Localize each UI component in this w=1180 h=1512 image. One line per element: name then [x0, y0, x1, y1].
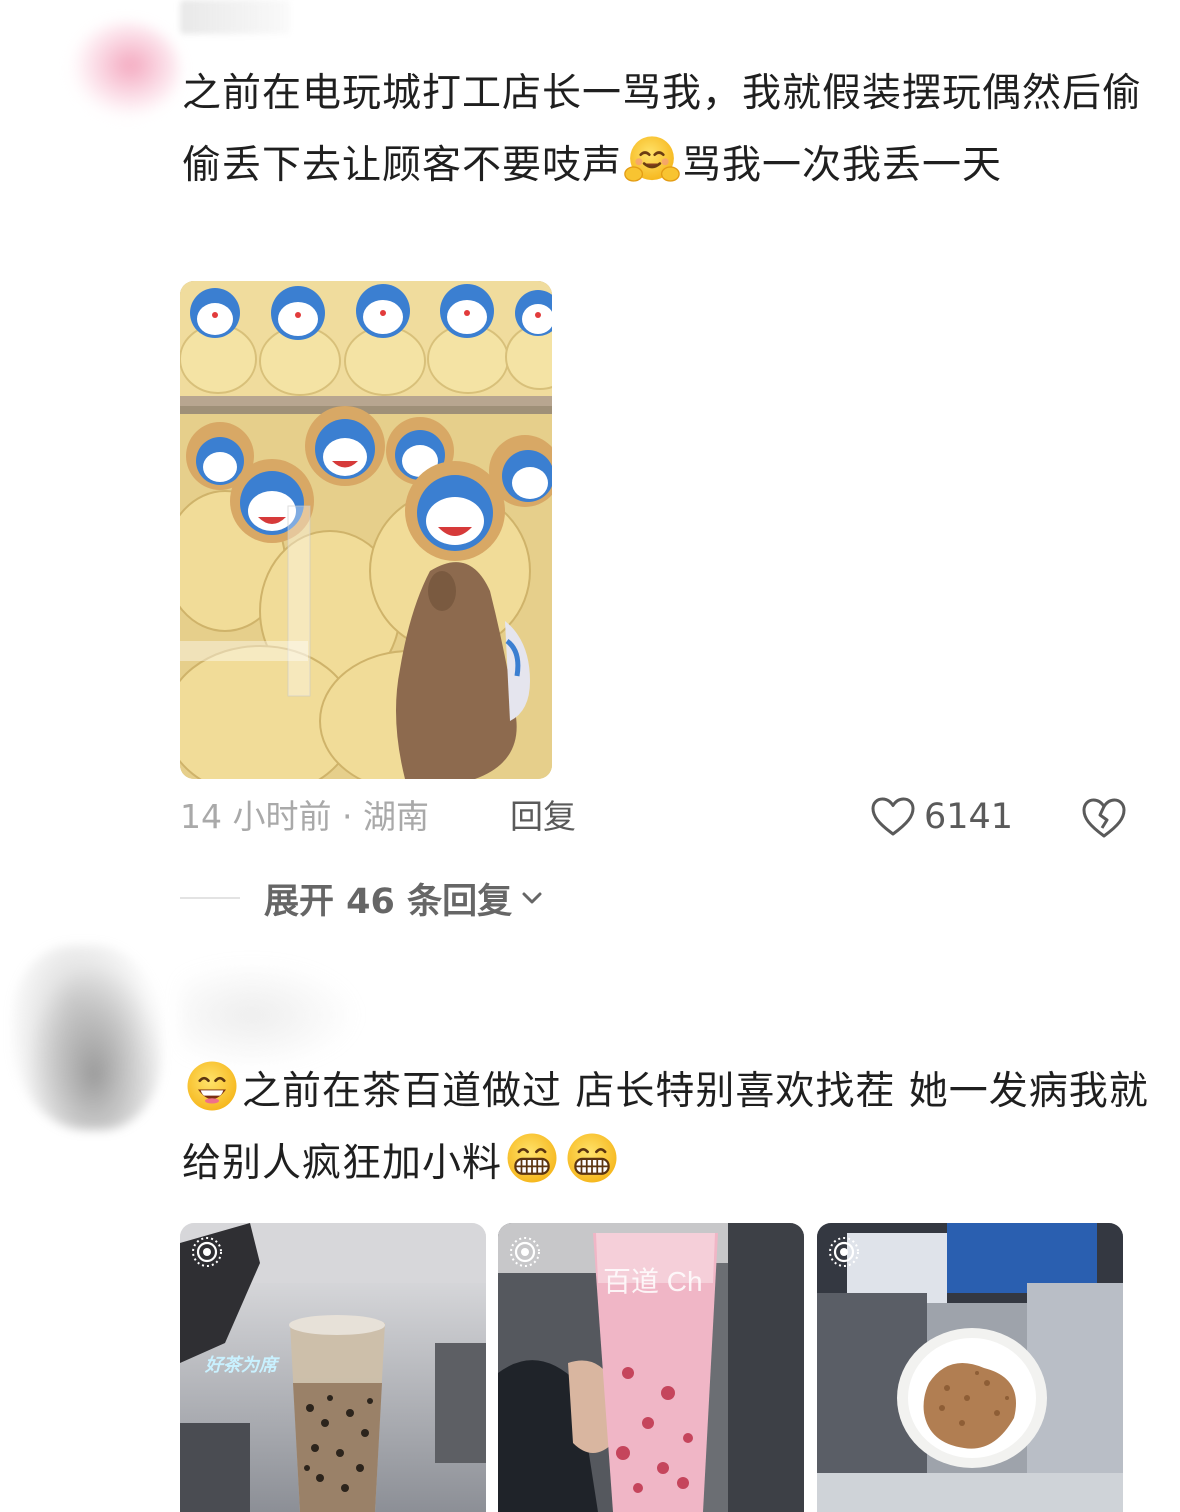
avatar[interactable]	[70, 22, 180, 118]
live-photo-icon	[192, 1237, 222, 1267]
like-count: 6141	[924, 797, 1014, 837]
beaming-face-emoji	[567, 1133, 617, 1183]
beaming-face-emoji	[507, 1133, 557, 1183]
cocoa-powder-bowl-photo[interactable]	[817, 1223, 1123, 1512]
expand-replies[interactable]: 展开 46 条回复	[180, 873, 780, 923]
live-photo-icon	[829, 1237, 859, 1267]
live-photo-icon	[510, 1237, 540, 1267]
comment-meta-row: 14 小时前 · 湖南 回复 6141	[180, 792, 1140, 842]
chevron-down-icon[interactable]	[520, 889, 544, 907]
divider-line	[180, 897, 240, 899]
heart-icon	[871, 797, 915, 836]
comment-text-part1: 之前在茶百道做过 店长特别喜欢找茬 她一发病我就给别人疯狂加小料	[182, 1069, 1149, 1186]
username-redacted[interactable]	[180, 0, 290, 34]
username-redacted[interactable]	[180, 960, 360, 1070]
overlay-text: 好茶为席	[204, 1355, 280, 1375]
broken-heart-icon[interactable]	[1080, 795, 1128, 841]
hugging-face-emoji	[624, 136, 680, 182]
pink-drink-cup-photo[interactable]: 百道 Ch	[498, 1223, 804, 1512]
avatar[interactable]	[12, 945, 162, 1130]
comment-text: 之前在茶百道做过 店长特别喜欢找茬 她一发病我就给别人疯狂加小料	[182, 1056, 1152, 1200]
like-button[interactable]: 6141	[870, 792, 1013, 842]
reply-button[interactable]: 回复	[510, 792, 576, 842]
grinning-face-emoji	[187, 1061, 237, 1111]
comment-text-part2: 骂我一次我丢一天	[682, 143, 1003, 188]
expand-replies-label[interactable]: 展开 46 条回复	[264, 873, 512, 924]
claw-machine-doraemon-plush-photo[interactable]	[180, 281, 552, 779]
time-location: 14 小时前 · 湖南	[180, 797, 429, 836]
milk-tea-cup-photo[interactable]: 好茶为席	[180, 1223, 486, 1512]
overlay-text: 百道 Ch	[603, 1266, 703, 1297]
comment-text: 之前在电玩城打工店长一骂我，我就假装摆玩偶然后偷偷丢下去让顾客不要吱声 骂我一次…	[182, 58, 1142, 202]
